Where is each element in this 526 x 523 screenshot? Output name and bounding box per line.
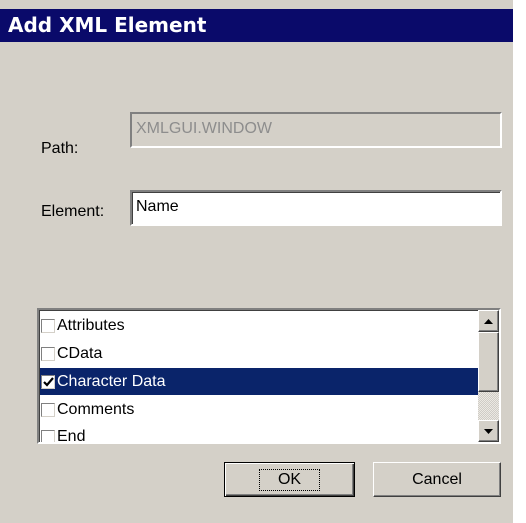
cdata-checkbox[interactable] [41,346,55,361]
ok-label: OK [258,468,321,491]
character-data-checkbox[interactable] [41,374,55,389]
element-input[interactable]: Name [130,190,502,226]
list-scrollbar[interactable] [478,310,499,442]
scroll-up-button[interactable] [478,310,499,332]
path-field: XMLGUI.WINDOW [130,112,502,148]
dialog-title: Add XML Element [8,13,207,37]
element-value: Name [136,198,179,215]
triangle-down-icon [484,428,493,434]
scroll-track[interactable] [478,392,499,420]
path-value: XMLGUI.WINDOW [136,120,272,137]
cancel-label: Cancel [412,470,462,488]
path-label: Path: [41,140,79,157]
attributes-checkbox[interactable] [41,318,55,333]
element-options-list[interactable]: Attributes CData Character Data Comments… [37,308,501,444]
list-item-label: Attributes [57,316,125,334]
ok-button[interactable]: OK [224,462,355,497]
add-xml-element-dialog: Add XML Element Path: XMLGUI.WINDOW Elem… [0,0,513,523]
comments-checkbox[interactable] [41,402,55,417]
list-item-label: Character Data [57,372,166,390]
scroll-thumb[interactable] [478,332,499,392]
cancel-button[interactable]: Cancel [373,462,501,497]
element-label: Element: [41,203,105,220]
list-item-end[interactable]: End [40,423,478,444]
checkmark-icon [42,376,54,387]
list-item-cdata[interactable]: CData [40,340,478,367]
scroll-down-button[interactable] [478,420,499,442]
list-item-label: Comments [57,400,135,418]
list-item-label: End [57,427,86,444]
list-item-attributes[interactable]: Attributes [40,312,478,339]
triangle-up-icon [484,318,493,324]
list-item-comments[interactable]: Comments [40,396,478,423]
dialog-title-bar[interactable]: Add XML Element [0,9,513,42]
list-item-label: CData [57,344,103,362]
end-checkbox[interactable] [41,429,55,442]
list-item-character-data[interactable]: Character Data [40,368,478,395]
